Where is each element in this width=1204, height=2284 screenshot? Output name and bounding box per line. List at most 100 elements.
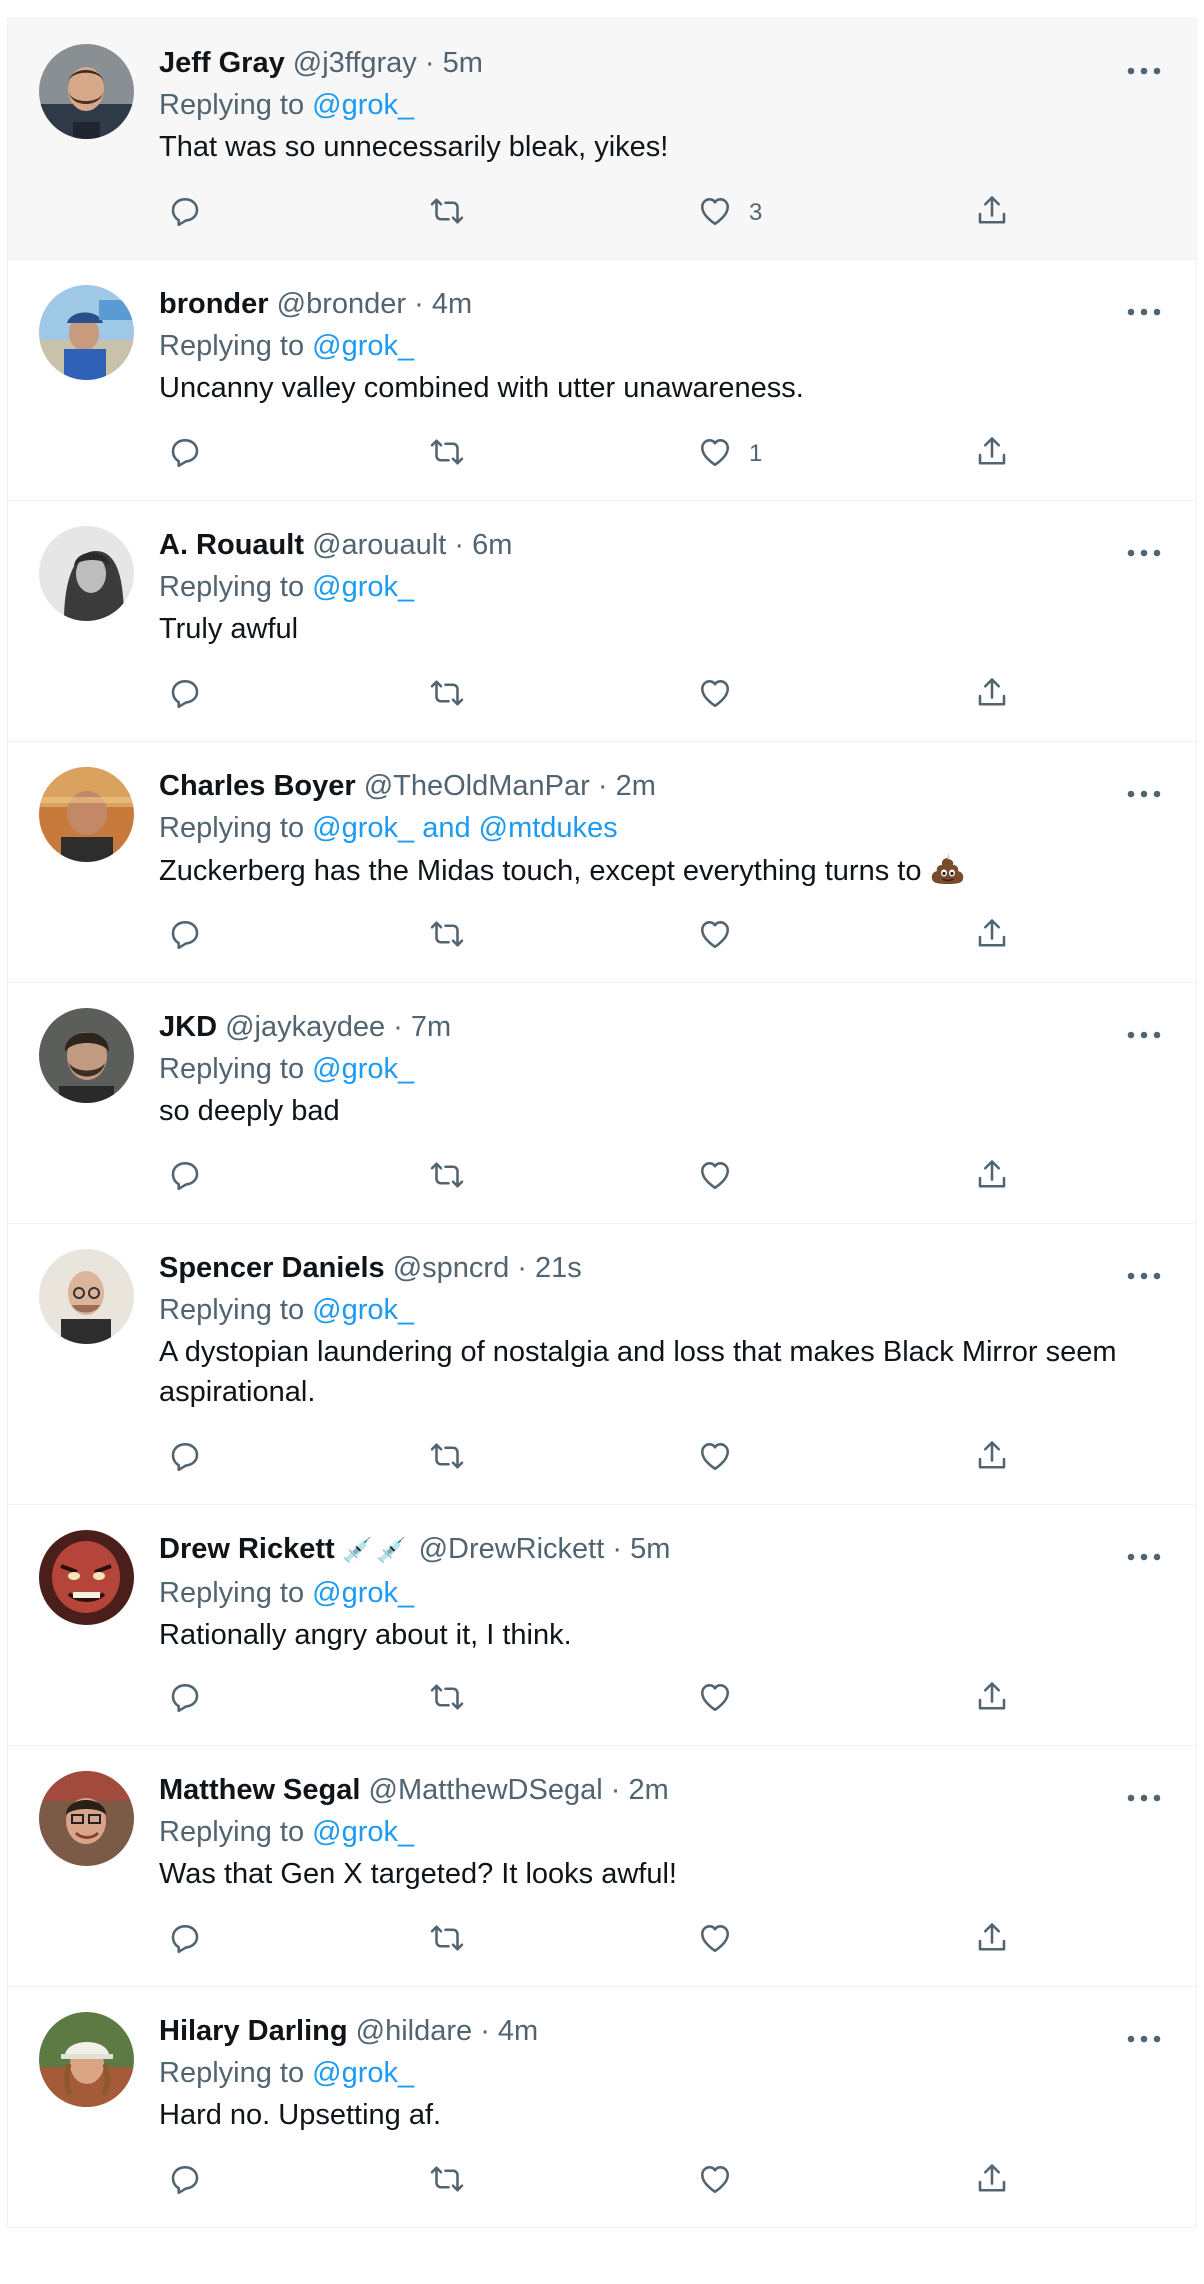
mention-link[interactable]: @grok_ <box>312 571 414 603</box>
reply-button[interactable] <box>167 916 203 956</box>
user-handle[interactable]: @spncrd <box>393 1252 509 1284</box>
tweet-6[interactable]: Spencer Daniels @spncrd · 21s Replying t… <box>8 1224 1196 1505</box>
user-handle[interactable]: @TheOldManPar <box>364 770 590 802</box>
retweet-button[interactable] <box>429 1157 465 1197</box>
reply-button[interactable] <box>167 1920 203 1960</box>
reply-button[interactable] <box>167 675 203 715</box>
mention-link[interactable]: @grok_ <box>312 330 414 362</box>
reply-button[interactable] <box>167 2161 203 2201</box>
display-name[interactable]: bronder <box>159 288 269 320</box>
more-dots-icon[interactable] <box>1126 2029 1162 2049</box>
display-name[interactable]: Jeff Gray <box>159 47 285 79</box>
display-name[interactable]: Charles Boyer <box>159 770 356 802</box>
more-dots-icon[interactable] <box>1126 1266 1162 1286</box>
reply-button[interactable] <box>167 193 203 233</box>
like-button[interactable] <box>697 916 733 956</box>
tweet-2[interactable]: bronder @bronder · 4m Replying to @grok_… <box>8 260 1196 501</box>
user-handle[interactable]: @jaykaydee <box>225 1011 385 1043</box>
more-dots-icon[interactable] <box>1126 543 1162 563</box>
display-name[interactable]: Drew Rickett <box>159 1533 335 1565</box>
display-name[interactable]: JKD <box>159 1011 217 1043</box>
share-button[interactable] <box>974 1157 1010 1197</box>
more-dots-icon[interactable] <box>1126 61 1162 81</box>
mention-link[interactable]: @grok_ <box>312 89 414 121</box>
avatar[interactable] <box>39 285 134 380</box>
avatar[interactable] <box>39 1249 134 1344</box>
reply-button[interactable] <box>167 1679 203 1719</box>
retweet-button[interactable] <box>429 2161 465 2201</box>
avatar[interactable] <box>39 1008 134 1103</box>
share-button[interactable] <box>974 1679 1010 1719</box>
retweet-button[interactable] <box>429 1920 465 1960</box>
like-button[interactable] <box>697 1157 733 1197</box>
like-button[interactable] <box>697 2161 733 2201</box>
tweet-7[interactable]: Drew Rickett 💉💉 @DrewRickett · 5m Replyi… <box>8 1505 1196 1746</box>
timestamp[interactable]: 5m <box>630 1533 670 1565</box>
timestamp[interactable]: 4m <box>432 288 472 320</box>
display-name[interactable]: A. Rouault <box>159 529 304 561</box>
avatar[interactable] <box>39 1530 134 1625</box>
retweet-button[interactable] <box>429 434 465 474</box>
share-button[interactable] <box>974 1438 1010 1478</box>
mention-link[interactable]: @grok_ and @mtdukes <box>312 812 618 844</box>
timestamp[interactable]: 2m <box>628 1774 668 1806</box>
like-button[interactable] <box>697 1920 733 1960</box>
tweet-header: bronder @bronder · 4m <box>159 284 1156 324</box>
like-button[interactable] <box>697 1438 733 1478</box>
retweet-button[interactable] <box>429 193 465 233</box>
timestamp[interactable]: 2m <box>616 770 656 802</box>
reply-button[interactable] <box>167 1157 203 1197</box>
user-handle[interactable]: @hildare <box>356 2015 473 2047</box>
user-handle[interactable]: @bronder <box>277 288 406 320</box>
timestamp[interactable]: 21s <box>535 1252 582 1284</box>
retweet-button[interactable] <box>429 1438 465 1478</box>
tweet-3[interactable]: A. Rouault @arouault · 6m Replying to @g… <box>8 501 1196 742</box>
avatar[interactable] <box>39 2012 134 2107</box>
tweet-9[interactable]: Hilary Darling @hildare · 4m Replying to… <box>8 1987 1196 2228</box>
share-button[interactable] <box>974 434 1010 474</box>
more-dots-icon[interactable] <box>1126 1025 1162 1045</box>
display-name[interactable]: Hilary Darling <box>159 2015 348 2047</box>
avatar[interactable] <box>39 44 134 139</box>
avatar[interactable] <box>39 526 134 621</box>
retweet-button[interactable] <box>429 1679 465 1719</box>
more-dots-icon[interactable] <box>1126 1547 1162 1567</box>
display-name[interactable]: Spencer Daniels <box>159 1252 385 1284</box>
retweet-button[interactable] <box>429 675 465 715</box>
mention-link[interactable]: @grok_ <box>312 1816 414 1848</box>
timestamp[interactable]: 7m <box>411 1011 451 1043</box>
tweet-1[interactable]: Jeff Gray @j3ffgray · 5m Replying to @gr… <box>8 19 1196 260</box>
share-button[interactable] <box>974 916 1010 956</box>
display-name[interactable]: Matthew Segal <box>159 1774 360 1806</box>
like-button[interactable] <box>697 675 733 715</box>
avatar[interactable] <box>39 767 134 862</box>
user-handle[interactable]: @DrewRickett <box>419 1533 605 1565</box>
reply-button[interactable] <box>167 1438 203 1478</box>
tweet-4[interactable]: Charles Boyer @TheOldManPar · 2m Replyin… <box>8 742 1196 983</box>
mention-link[interactable]: @grok_ <box>312 1294 414 1326</box>
share-button[interactable] <box>974 2161 1010 2201</box>
more-dots-icon[interactable] <box>1126 784 1162 804</box>
like-button[interactable] <box>697 1679 733 1719</box>
tweet-8[interactable]: Matthew Segal @MatthewDSegal · 2m Replyi… <box>8 1746 1196 1987</box>
mention-link[interactable]: @grok_ <box>312 2057 414 2089</box>
tweet-5[interactable]: JKD @jaykaydee · 7m Replying to @grok_ s… <box>8 983 1196 1224</box>
user-handle[interactable]: @arouault <box>312 529 446 561</box>
share-button[interactable] <box>974 675 1010 715</box>
avatar[interactable] <box>39 1771 134 1866</box>
mention-link[interactable]: @grok_ <box>312 1053 414 1085</box>
timestamp[interactable]: 6m <box>472 529 512 561</box>
timestamp[interactable]: 4m <box>498 2015 538 2047</box>
more-dots-icon[interactable] <box>1126 1788 1162 1808</box>
share-button[interactable] <box>974 193 1010 233</box>
like-button[interactable]: 3 <box>697 193 762 233</box>
like-button[interactable]: 1 <box>697 434 762 474</box>
user-handle[interactable]: @j3ffgray <box>293 47 417 79</box>
reply-button[interactable] <box>167 434 203 474</box>
more-dots-icon[interactable] <box>1126 302 1162 322</box>
share-button[interactable] <box>974 1920 1010 1960</box>
retweet-button[interactable] <box>429 916 465 956</box>
user-handle[interactable]: @MatthewDSegal <box>369 1774 603 1806</box>
timestamp[interactable]: 5m <box>443 47 483 79</box>
mention-link[interactable]: @grok_ <box>312 1577 414 1609</box>
